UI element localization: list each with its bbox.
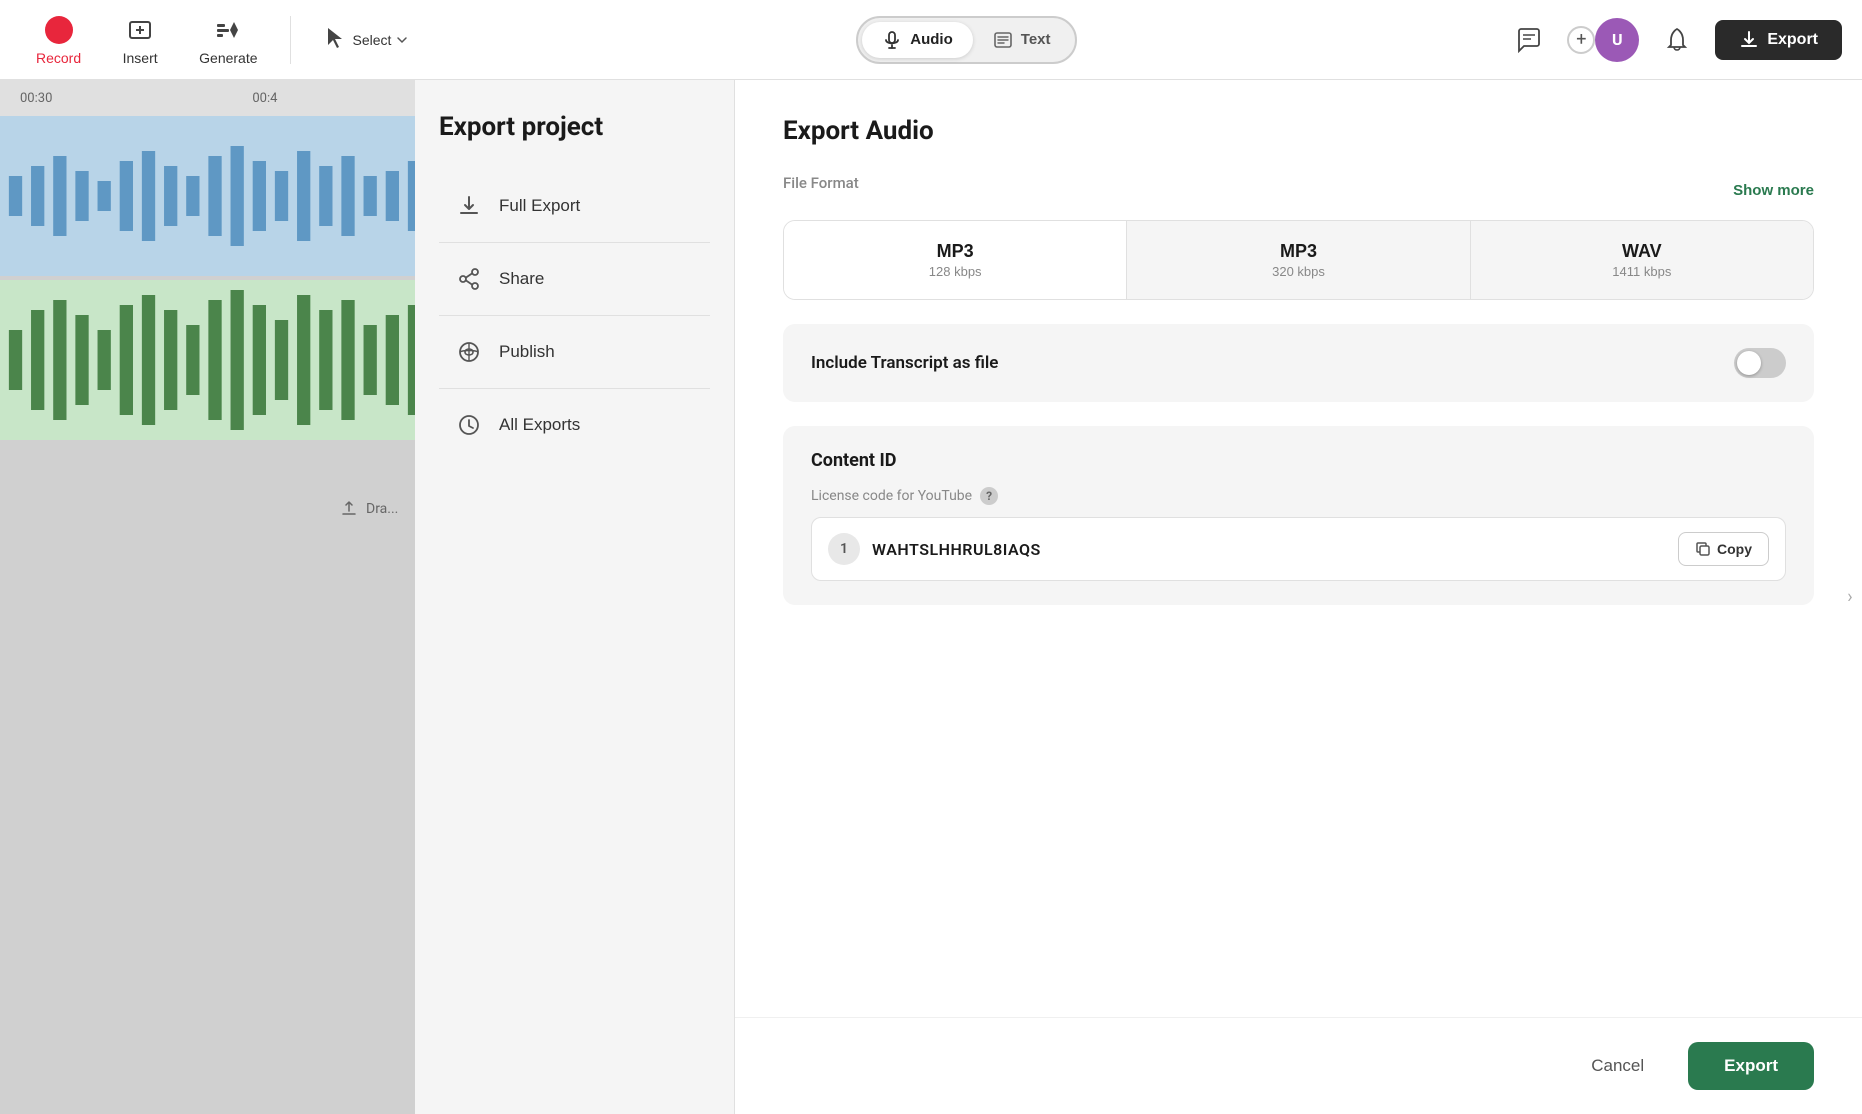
include-transcript-label: Include Transcript as file	[811, 353, 998, 373]
all-exports-label: All Exports	[499, 415, 580, 435]
file-format-label: File Format	[783, 174, 859, 192]
license-label-text: License code for YouTube	[811, 488, 972, 504]
license-code: WAHTSLHHRUL8IAQS	[872, 540, 1666, 559]
format-mp3-320-button[interactable]: MP3 320 kbps	[1127, 221, 1470, 299]
audio-label: Audio	[910, 31, 953, 48]
license-number: 1	[828, 533, 860, 565]
format-mp3-128-button[interactable]: MP3 128 kbps	[784, 221, 1127, 299]
menu-divider-1	[439, 242, 710, 243]
publish-menu-item[interactable]: Publish	[439, 320, 710, 384]
insert-icon	[124, 14, 156, 46]
file-format-header: File Format Show more	[783, 174, 1814, 206]
insert-button[interactable]: Insert	[105, 6, 175, 74]
show-more-button[interactable]: Show more	[1733, 182, 1814, 199]
publish-label: Publish	[499, 342, 555, 362]
content-id-section: Content ID License code for YouTube ? 1 …	[783, 426, 1814, 605]
chat-icon	[1516, 27, 1542, 53]
toolbar-right: + U Export	[1507, 18, 1842, 62]
format-mp3-128-name: MP3	[796, 241, 1114, 262]
toolbar-center: Audio Text	[425, 16, 1507, 64]
export-btn-label: Export	[1767, 31, 1818, 49]
content-id-title: Content ID	[811, 450, 1786, 471]
toolbar: Record Insert	[0, 0, 1862, 80]
format-options: MP3 128 kbps MP3 320 kbps WAV 1411 kbps	[783, 220, 1814, 300]
cancel-button[interactable]: Cancel	[1563, 1042, 1672, 1090]
all-exports-menu-item[interactable]: All Exports	[439, 393, 710, 457]
time-marker-2: 00:4	[252, 91, 277, 106]
bottom-spacer	[783, 629, 1814, 709]
select-button[interactable]: Select	[307, 17, 426, 62]
export-button[interactable]: Export	[1715, 20, 1842, 60]
full-export-label: Full Export	[499, 196, 580, 216]
share-menu-item[interactable]: Share	[439, 247, 710, 311]
draft-label: Dra...	[340, 500, 398, 518]
avatar: U	[1595, 18, 1639, 62]
menu-divider-3	[439, 388, 710, 389]
generate-label: Generate	[199, 50, 257, 66]
chevron-down-icon	[395, 33, 409, 47]
record-button[interactable]: Record	[20, 6, 97, 74]
license-label: License code for YouTube ?	[811, 487, 1786, 505]
copy-label: Copy	[1717, 541, 1752, 557]
toolbar-divider	[290, 16, 291, 64]
transcript-toggle[interactable]	[1734, 348, 1786, 378]
format-wav-name: WAV	[1483, 241, 1801, 262]
publish-icon	[455, 338, 483, 366]
chat-button[interactable]	[1507, 18, 1551, 62]
copy-icon	[1695, 541, 1711, 557]
right-panel: Export Audio File Format Show more MP3 1…	[735, 80, 1862, 1114]
help-icon[interactable]: ?	[980, 487, 998, 505]
download-icon	[1739, 30, 1759, 50]
menu-divider-2	[439, 315, 710, 316]
upload-icon	[340, 500, 358, 518]
export-modal: Export project Full Export	[415, 80, 1862, 1114]
audio-text-toggle: Audio Text	[856, 16, 1076, 64]
audio-toggle-button[interactable]: Audio	[862, 22, 973, 58]
format-mp3-320-sub: 320 kbps	[1139, 264, 1457, 279]
scroll-arrow: ›	[1838, 587, 1862, 608]
toolbar-left: Record Insert	[20, 6, 425, 74]
plus-icon: +	[1567, 26, 1595, 54]
notification-button[interactable]	[1655, 18, 1699, 62]
full-export-menu-item[interactable]: Full Export	[439, 174, 710, 238]
time-marker-1: 00:30	[20, 91, 52, 106]
select-label: Select	[353, 32, 392, 48]
left-panel: Export project Full Export	[415, 80, 735, 1114]
share-icon	[455, 265, 483, 293]
export-action-button[interactable]: Export	[1688, 1042, 1814, 1090]
panel-title: Export project	[439, 112, 710, 142]
audio-icon	[882, 30, 902, 50]
download-icon	[455, 192, 483, 220]
insert-label: Insert	[123, 50, 158, 66]
text-mode-icon	[993, 30, 1013, 50]
generate-button[interactable]: Generate	[183, 6, 273, 74]
format-mp3-128-sub: 128 kbps	[796, 264, 1114, 279]
format-wav-sub: 1411 kbps	[1483, 264, 1801, 279]
license-row: 1 WAHTSLHHRUL8IAQS Copy	[811, 517, 1786, 581]
bell-icon	[1664, 27, 1690, 53]
add-user-button[interactable]: + U	[1567, 18, 1639, 62]
select-icon	[323, 25, 349, 54]
clock-icon	[455, 411, 483, 439]
bottom-actions: Cancel Export	[735, 1017, 1862, 1114]
record-label: Record	[36, 50, 81, 66]
text-label: Text	[1021, 31, 1051, 48]
generate-icon	[212, 14, 244, 46]
section-title: Export Audio	[783, 116, 1814, 146]
text-toggle-button[interactable]: Text	[973, 22, 1071, 58]
format-mp3-320-name: MP3	[1139, 241, 1457, 262]
include-transcript-row: Include Transcript as file	[783, 324, 1814, 402]
menu-items: Full Export Share	[439, 174, 710, 457]
copy-button[interactable]: Copy	[1678, 532, 1769, 566]
share-label: Share	[499, 269, 544, 289]
draft-text: Dra...	[366, 501, 398, 517]
record-icon	[43, 14, 75, 46]
format-wav-button[interactable]: WAV 1411 kbps	[1471, 221, 1813, 299]
